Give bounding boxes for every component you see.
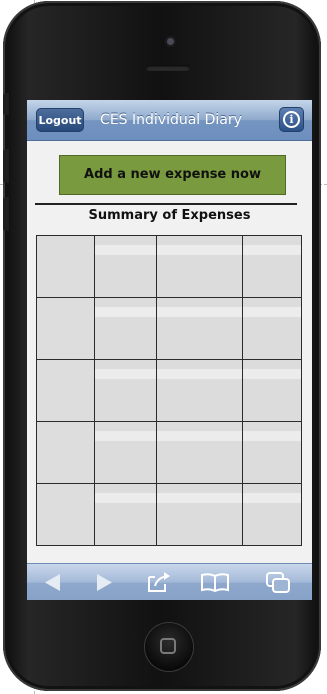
home-square-icon: [160, 638, 176, 654]
back-arrow-icon[interactable]: [42, 564, 64, 600]
table-cell: [94, 421, 157, 484]
table-row: [36, 359, 302, 422]
info-icon: i: [283, 111, 300, 128]
browser-toolbar: [27, 563, 312, 600]
summary-title: Summary of Expenses: [88, 208, 251, 223]
table-cell: [94, 235, 157, 298]
table-cell: [94, 297, 157, 360]
table-cell: [242, 235, 302, 298]
table-cell: [156, 483, 243, 546]
table-cell: [36, 359, 95, 422]
bookmarks-icon[interactable]: [199, 564, 231, 600]
tabs-icon[interactable]: [264, 564, 292, 600]
table-cell: [242, 297, 302, 360]
table-cell: [36, 297, 95, 360]
earpiece-speaker: [146, 65, 190, 71]
table-cell: [156, 359, 243, 422]
table-cell: [242, 359, 302, 422]
table-cell: [242, 483, 302, 546]
divider: [35, 203, 297, 205]
table-row: [36, 297, 302, 360]
home-button[interactable]: [145, 623, 193, 671]
table-row: [36, 483, 302, 546]
table-row: [36, 421, 302, 484]
summary-table: [36, 235, 302, 546]
share-icon[interactable]: [145, 564, 171, 600]
navigation-bar: Logout CES Individual Diary i: [27, 100, 312, 141]
table-cell: [94, 483, 157, 546]
add-expense-button[interactable]: Add a new expense now: [59, 155, 286, 195]
volume-up-button: [3, 149, 9, 183]
mute-switch: [3, 93, 9, 115]
info-button[interactable]: i: [279, 107, 304, 132]
app-screen: Logout CES Individual Diary i Add a new …: [27, 100, 312, 600]
table-cell: [242, 421, 302, 484]
table-cell: [156, 297, 243, 360]
table-cell: [156, 235, 243, 298]
table-cell: [36, 235, 95, 298]
volume-down-button: [3, 197, 9, 231]
forward-arrow-icon[interactable]: [93, 564, 115, 600]
table-row: [36, 235, 302, 298]
page-title: CES Individual Diary: [100, 112, 242, 128]
main-content: Add a new expense now Summary of Expense…: [27, 141, 312, 563]
table-cell: [94, 359, 157, 422]
table-cell: [36, 421, 95, 484]
front-camera: [167, 38, 174, 45]
table-cell: [36, 483, 95, 546]
table-cell: [156, 421, 243, 484]
logout-button[interactable]: Logout: [36, 108, 84, 132]
